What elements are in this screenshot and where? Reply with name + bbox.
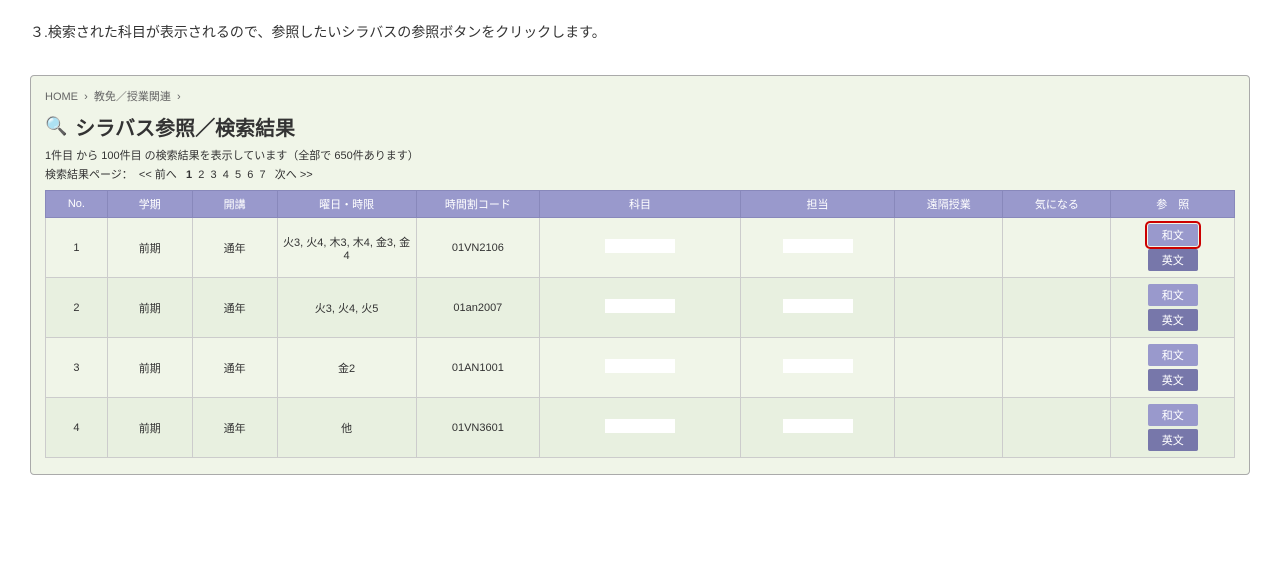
- td-gakki: 前期: [107, 218, 192, 278]
- pagination-prev[interactable]: << 前へ: [139, 169, 177, 181]
- td-kogi: 通年: [192, 398, 277, 458]
- td-gakki: 前期: [107, 398, 192, 458]
- td-gakki: 前期: [107, 278, 192, 338]
- page-title-row: 🔍 シラバス参照／検索結果: [45, 112, 1235, 141]
- th-youbi: 曜日・時限: [277, 191, 416, 218]
- td-kamoku: [540, 398, 741, 458]
- pagination-page-4[interactable]: 4: [223, 169, 229, 181]
- td-tanto: [740, 398, 894, 458]
- td-no: 3: [46, 338, 108, 398]
- td-kogi: 通年: [192, 218, 277, 278]
- btn-eibun-2[interactable]: 英文: [1148, 309, 1198, 331]
- td-code: 01VN2106: [416, 218, 540, 278]
- td-reference: 和文英文: [1111, 218, 1235, 278]
- th-gakki: 学期: [107, 191, 192, 218]
- result-count: 1件目 から 100件目 の検索結果を表示しています（全部で 650件あります）: [45, 147, 1235, 163]
- btn-wabun-3[interactable]: 和文: [1148, 344, 1198, 366]
- btn-eibun-1[interactable]: 英文: [1148, 249, 1198, 271]
- td-code: 01an2007: [416, 278, 540, 338]
- breadcrumb: HOME › 教免／授業関連 ›: [45, 88, 1235, 104]
- table-header-row: No. 学期 開講 曜日・時限 時間割コード 科目 担当 遠隔授業 気になる 参…: [46, 191, 1235, 218]
- td-reference: 和文英文: [1111, 398, 1235, 458]
- th-code: 時間割コード: [416, 191, 540, 218]
- td-kamoku: [540, 278, 741, 338]
- td-no: 2: [46, 278, 108, 338]
- td-reference: 和文英文: [1111, 338, 1235, 398]
- td-ki: [1003, 278, 1111, 338]
- td-ki: [1003, 398, 1111, 458]
- btn-eibun-4[interactable]: 英文: [1148, 429, 1198, 451]
- th-enkaku: 遠隔授業: [895, 191, 1003, 218]
- breadcrumb-home[interactable]: HOME: [45, 91, 78, 103]
- pagination-page-7[interactable]: 7: [259, 169, 265, 181]
- results-table: No. 学期 開講 曜日・時限 時間割コード 科目 担当 遠隔授業 気になる 参…: [45, 190, 1235, 458]
- td-kamoku: [540, 218, 741, 278]
- td-youbi: 火3, 火4, 火5: [277, 278, 416, 338]
- td-no: 4: [46, 398, 108, 458]
- td-code: 01AN1001: [416, 338, 540, 398]
- td-youbi: 他: [277, 398, 416, 458]
- table-row: 3前期通年金201AN1001 和文英文: [46, 338, 1235, 398]
- pagination-page-3[interactable]: 3: [210, 169, 216, 181]
- td-kogi: 通年: [192, 338, 277, 398]
- td-kogi: 通年: [192, 278, 277, 338]
- instruction-text: ３.検索された科目が表示されるので、参照したいシラバスの参照ボタンをクリックしま…: [30, 20, 1250, 45]
- td-no: 1: [46, 218, 108, 278]
- td-enkaku: [895, 278, 1003, 338]
- btn-wabun-4[interactable]: 和文: [1148, 404, 1198, 426]
- pagination-page-2[interactable]: 2: [198, 169, 204, 181]
- td-kamoku: [540, 338, 741, 398]
- table-row: 2前期通年火3, 火4, 火501an2007 和文英文: [46, 278, 1235, 338]
- td-ki: [1003, 218, 1111, 278]
- pagination-page-5[interactable]: 5: [235, 169, 241, 181]
- td-enkaku: [895, 218, 1003, 278]
- pagination-page-6[interactable]: 6: [247, 169, 253, 181]
- td-reference: 和文英文: [1111, 278, 1235, 338]
- td-enkaku: [895, 398, 1003, 458]
- td-youbi: 火3, 火4, 木3, 木4, 金3, 金4: [277, 218, 416, 278]
- th-sanko: 参 照: [1111, 191, 1235, 218]
- th-kamoku: 科目: [540, 191, 741, 218]
- th-no: No.: [46, 191, 108, 218]
- th-tanto: 担当: [740, 191, 894, 218]
- btn-wabun-1[interactable]: 和文: [1148, 224, 1198, 246]
- browser-frame: HOME › 教免／授業関連 › 🔍 シラバス参照／検索結果 1件目 から 10…: [30, 75, 1250, 475]
- th-ki: 気になる: [1003, 191, 1111, 218]
- td-gakki: 前期: [107, 338, 192, 398]
- td-ki: [1003, 338, 1111, 398]
- td-tanto: [740, 218, 894, 278]
- page-title: シラバス参照／検索結果: [75, 112, 295, 141]
- th-kogi: 開講: [192, 191, 277, 218]
- breadcrumb-kyomen[interactable]: 教免／授業関連: [94, 91, 171, 103]
- table-row: 1前期通年火3, 火4, 木3, 木4, 金3, 金401VN2106 和文英文: [46, 218, 1235, 278]
- btn-eibun-3[interactable]: 英文: [1148, 369, 1198, 391]
- search-icon: 🔍: [45, 116, 67, 137]
- td-tanto: [740, 338, 894, 398]
- td-code: 01VN3601: [416, 398, 540, 458]
- td-youbi: 金2: [277, 338, 416, 398]
- pagination-next[interactable]: 次へ >>: [275, 169, 313, 181]
- pagination-row: 検索結果ページ： << 前へ 1 2 3 4 5 6 7 次へ >>: [45, 166, 1235, 182]
- td-tanto: [740, 278, 894, 338]
- table-row: 4前期通年他01VN3601 和文英文: [46, 398, 1235, 458]
- td-enkaku: [895, 338, 1003, 398]
- btn-wabun-2[interactable]: 和文: [1148, 284, 1198, 306]
- pagination-page-1[interactable]: 1: [186, 169, 192, 181]
